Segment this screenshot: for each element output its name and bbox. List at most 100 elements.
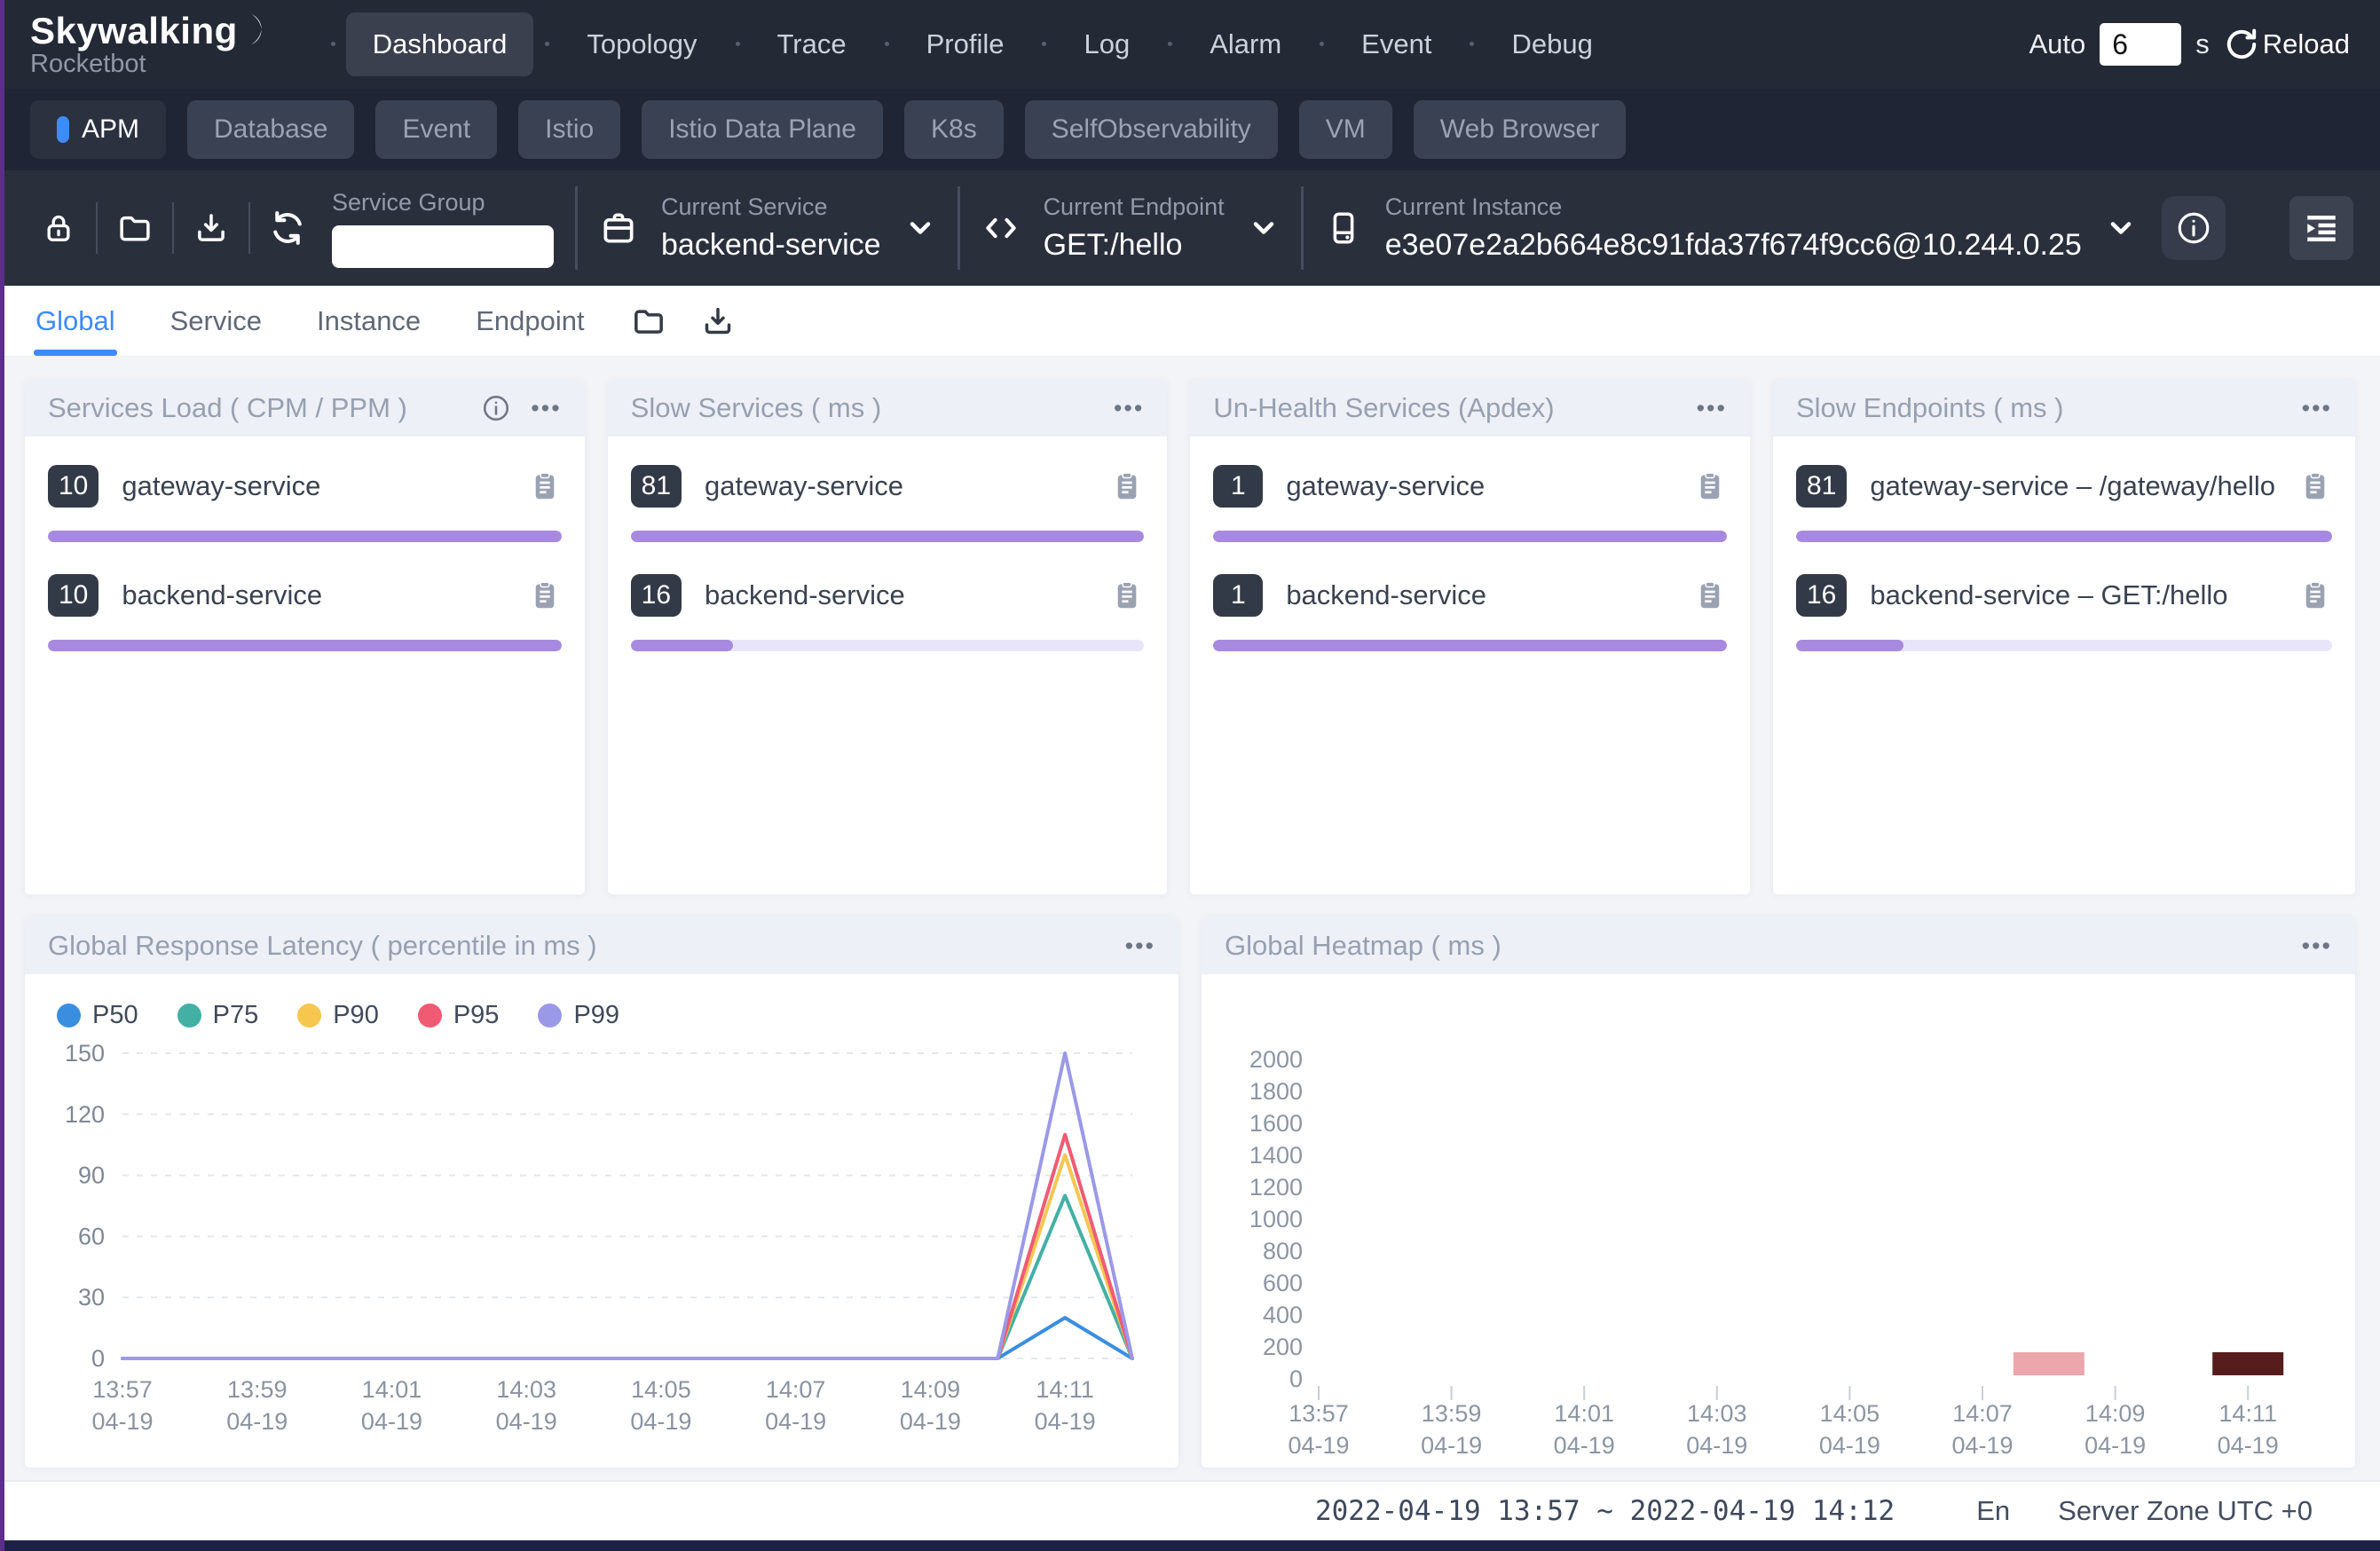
lock-button[interactable] [27, 195, 91, 261]
copy-button[interactable] [2298, 579, 2332, 612]
card-info-button[interactable] [481, 393, 511, 423]
service-name[interactable]: backend-service – GET:/hello [1870, 579, 2275, 611]
topnav-item-alarm[interactable]: Alarm [1183, 12, 1308, 76]
legend-item-p95[interactable]: P95 [418, 1001, 500, 1030]
current-service-select[interactable]: Current Service backend-service [599, 193, 936, 263]
topnav-item-topology[interactable]: Topology [560, 12, 723, 76]
metric-bar-track [48, 640, 562, 651]
service-name[interactable]: gateway-service [122, 470, 504, 502]
clipboard-icon [1693, 579, 1727, 612]
app-logo[interactable]: Skywalking Rocketbot [30, 12, 272, 78]
latency-legend: P50 P75 P90 P95 P99 [25, 974, 1178, 1030]
metric-bar-fill [48, 531, 562, 542]
legend-item-p90[interactable]: P90 [297, 1001, 379, 1030]
more-menu-icon[interactable]: ••• [1114, 397, 1144, 421]
legend-item-p99[interactable]: P99 [538, 1001, 619, 1030]
more-menu-icon[interactable]: ••• [2302, 397, 2332, 421]
divider [1301, 186, 1304, 270]
active-layer-pill [57, 116, 69, 143]
topnav-item-log[interactable]: Log [1057, 12, 1156, 76]
service-name[interactable]: backend-service [705, 579, 1087, 611]
refresh-button[interactable] [256, 195, 319, 261]
layer-tab-vm[interactable]: VM [1299, 100, 1392, 159]
service-list-item: 10 backend-service [48, 574, 562, 651]
more-menu-icon[interactable]: ••• [2302, 934, 2332, 958]
metric-bar-track [1213, 531, 1727, 542]
series-line-p95 [122, 1135, 1132, 1358]
layer-tab-database[interactable]: Database [187, 100, 354, 159]
view-tab-global[interactable]: Global [34, 286, 117, 356]
svg-text:400: 400 [1263, 1302, 1303, 1328]
chart-title: Global Response Latency ( percentile in … [48, 930, 1125, 962]
layer-tab-k8s[interactable]: K8s [904, 100, 1004, 159]
svg-text:14:03: 14:03 [496, 1376, 556, 1403]
dashboard-export-button[interactable] [700, 303, 736, 339]
server-zone-label[interactable]: Server Zone UTC +0 [2058, 1495, 2313, 1527]
copy-button[interactable] [528, 469, 562, 503]
value-badge: 10 [48, 574, 99, 617]
service-name[interactable]: gateway-service [705, 470, 1087, 502]
info-button[interactable] [2162, 196, 2226, 260]
download-icon [193, 209, 230, 247]
topnav-item-trace[interactable]: Trace [751, 12, 873, 76]
svg-text:14:09: 14:09 [901, 1376, 961, 1403]
service-group-input[interactable] [332, 225, 554, 268]
topnav-item-event[interactable]: Event [1335, 12, 1458, 76]
auto-reload-area: Auto s Reload [2029, 23, 2350, 66]
legend-item-p75[interactable]: P75 [177, 1001, 259, 1030]
copy-button[interactable] [1693, 579, 1727, 612]
more-menu-icon[interactable]: ••• [1697, 397, 1727, 421]
auto-interval-input[interactable] [2100, 23, 2181, 66]
layer-tab-label: APM [82, 114, 139, 145]
collapse-panel-button[interactable] [2289, 196, 2353, 260]
filter-bar: Service Group Current Service backend-se… [0, 170, 2380, 286]
folder-button[interactable] [103, 195, 167, 261]
layer-tab-istio-data-plane[interactable]: Istio Data Plane [642, 100, 883, 159]
layer-tab-istio[interactable]: Istio [518, 100, 620, 159]
language-toggle[interactable]: En [1976, 1495, 2010, 1527]
svg-text:14:01: 14:01 [362, 1376, 422, 1403]
layer-tab-label: Database [214, 114, 327, 145]
legend-dot [418, 1004, 442, 1027]
current-endpoint-select[interactable]: Current Endpoint GET:/hello [981, 193, 1280, 263]
legend-item-p50[interactable]: P50 [57, 1001, 138, 1030]
reload-button[interactable]: Reload [2224, 27, 2350, 62]
layer-tab-event[interactable]: Event [375, 100, 497, 159]
current-service-value: backend-service [661, 228, 881, 263]
service-name[interactable]: backend-service [1286, 579, 1670, 611]
more-menu-icon[interactable]: ••• [1125, 934, 1155, 958]
dashboard-folder-button[interactable] [631, 303, 666, 339]
layer-tab-web-browser[interactable]: Web Browser [1414, 100, 1627, 159]
copy-button[interactable] [1693, 469, 1727, 503]
copy-button[interactable] [528, 579, 562, 612]
value-badge: 81 [631, 465, 682, 508]
service-row: 1backend-service [1213, 574, 1727, 617]
heatmap-cell-14-11[interactable] [2212, 1352, 2283, 1375]
copy-button[interactable] [1110, 469, 1144, 503]
topnav-item-dashboard[interactable]: Dashboard [346, 12, 534, 76]
svg-text:60: 60 [78, 1223, 105, 1249]
layer-tab-apm[interactable]: APM [30, 100, 166, 159]
card-header: Un-Health Services (Apdex)••• [1190, 380, 1750, 437]
copy-button[interactable] [2298, 469, 2332, 503]
view-tab-instance[interactable]: Instance [315, 286, 422, 356]
topnav-item-profile[interactable]: Profile [900, 12, 1031, 76]
layer-tab-selfobservability[interactable]: SelfObservability [1025, 100, 1278, 159]
service-name[interactable]: gateway-service [1286, 470, 1670, 502]
window-left-edge [0, 0, 4, 1551]
heatmap-cell-14-08[interactable] [2014, 1352, 2084, 1375]
current-instance-select[interactable]: Current Instance e3e07e2a2b664e8c91fda37… [1325, 193, 2137, 263]
view-tab-endpoint[interactable]: Endpoint [474, 286, 586, 356]
service-name[interactable]: backend-service [122, 579, 504, 611]
view-tab-service[interactable]: Service [169, 286, 264, 356]
metric-bar-fill [1213, 531, 1727, 542]
copy-button[interactable] [1110, 579, 1144, 612]
metric-bar-fill [631, 531, 1145, 542]
metric-card-slow-endpoints-ms: Slow Endpoints ( ms )•••81gateway-servic… [1773, 380, 2355, 894]
legend-dot [177, 1004, 201, 1027]
time-range-picker[interactable]: 2022-04-19 13:57 ~ 2022-04-19 14:12 [1315, 1495, 1895, 1527]
export-button[interactable] [179, 195, 243, 261]
more-menu-icon[interactable]: ••• [531, 397, 561, 421]
service-name[interactable]: gateway-service – /gateway/hello [1870, 470, 2275, 502]
topnav-item-debug[interactable]: Debug [1485, 12, 1619, 76]
